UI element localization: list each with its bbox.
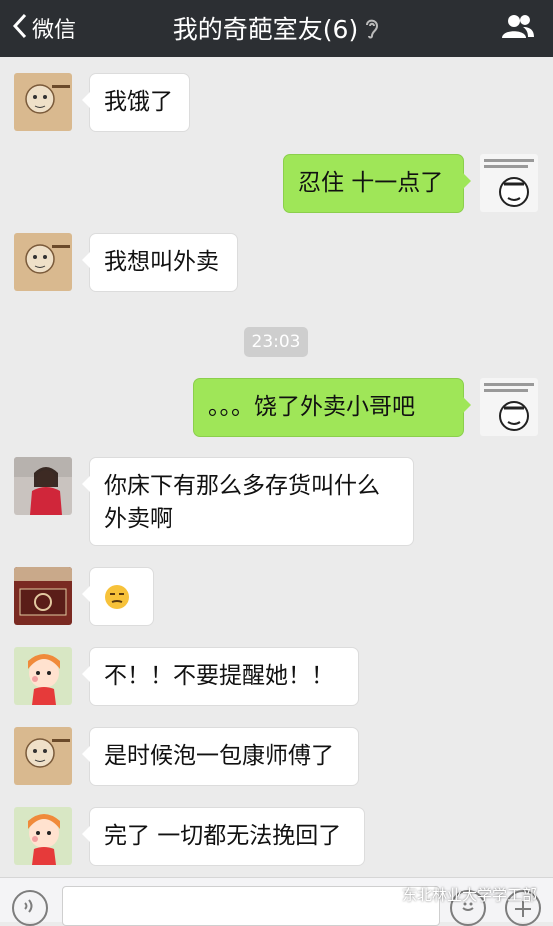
avatar-monkey[interactable] <box>14 233 72 291</box>
message-bubble[interactable]: 我想叫外卖 <box>82 233 238 292</box>
group-members-button[interactable] <box>499 12 537 44</box>
timestamp-badge: 23:03 <box>244 327 308 357</box>
watermark-text: 东北林业大学学工部 <box>401 886 537 904</box>
avatar-cartoon-girl[interactable] <box>14 647 72 705</box>
chat-title-wrap: 我的奇葩室友(6) <box>0 8 553 48</box>
message-bubble[interactable]: 是时候泡一包康师傅了 <box>82 727 359 786</box>
unamused-face-icon <box>104 584 130 610</box>
avatar-train[interactable] <box>14 567 72 625</box>
avatar-girl-red-scarf[interactable] <box>14 457 72 515</box>
message-bubble-self[interactable]: 。。。饶了外卖小哥吧 <box>193 378 471 437</box>
avatar-self-meme[interactable] <box>480 378 538 436</box>
message-bubble[interactable]: 我饿了 <box>82 73 190 132</box>
message-bubble[interactable]: 你床下有那么多存货叫什么外卖啊 <box>82 457 414 546</box>
message-bubble-emoji[interactable] <box>82 567 154 626</box>
message-bubble[interactable]: 完了 一切都无法挽回了 <box>82 807 365 866</box>
message-bubble-self[interactable]: 忍住 十一点了 <box>283 154 471 213</box>
chat-area[interactable]: 我饿了 忍住 十一点了 我想叫外卖 23:03 。。。饶了外卖小哥吧 你床下有那… <box>0 57 553 877</box>
chat-title: 我的奇葩室友(6) <box>172 15 359 44</box>
wechat-logo-icon <box>376 887 396 903</box>
nav-bar: 微信 我的奇葩室友(6) <box>0 0 553 57</box>
avatar-monkey[interactable] <box>14 73 72 131</box>
avatar-self-meme[interactable] <box>480 154 538 212</box>
voice-wave-icon <box>22 897 38 919</box>
earpiece-icon <box>364 16 380 40</box>
message-bubble[interactable]: 不！！不要提醒她！！ <box>82 647 359 706</box>
watermark: 东北林业大学学工部 <box>376 884 537 905</box>
people-icon <box>501 13 535 43</box>
avatar-monkey[interactable] <box>14 727 72 785</box>
avatar-cartoon-girl[interactable] <box>14 807 72 865</box>
